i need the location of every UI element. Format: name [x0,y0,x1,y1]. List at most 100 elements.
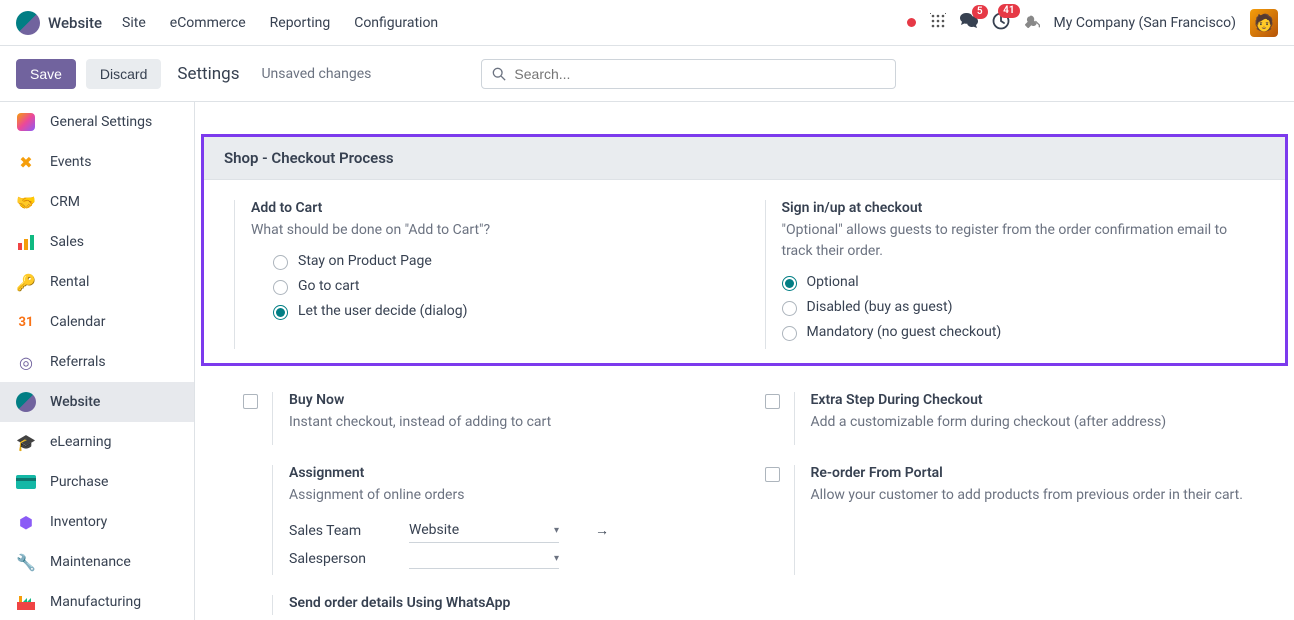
sidebar-item-inventory[interactable]: ⬢Inventory [0,502,194,542]
setting-desc: What should be done on "Add to Cart"? [251,220,725,241]
activities-badge: 41 [998,4,1019,18]
checkbox-extra-step[interactable] [765,394,780,409]
radio-let-user-decide[interactable]: Let the user decide (dialog) [273,303,725,320]
setting-desc: Assignment of online orders [289,485,725,506]
activities-icon[interactable]: 41 [992,12,1010,34]
setting-assignment: Assignment Assignment of online orders S… [243,465,725,575]
purchase-icon [16,472,36,492]
nav-link-configuration[interactable]: Configuration [354,15,438,31]
brand-logo-icon [16,11,40,35]
radio-go-to-cart[interactable]: Go to cart [273,278,725,295]
search-input[interactable] [514,66,885,82]
setting-signin-checkout: Sign in/up at checkout "Optional" allows… [765,200,1256,349]
caret-down-icon: ▾ [554,525,559,536]
search-box[interactable] [481,59,896,89]
sidebar-item-elearning[interactable]: 🎓 eLearning [0,422,194,462]
radio-mandatory[interactable]: Mandatory (no guest checkout) [782,324,1256,341]
radio-icon [782,326,797,341]
sidebar-item-referrals[interactable]: ◎Referrals [0,342,194,382]
sidebar-item-calendar[interactable]: 31 Calendar [0,302,194,342]
elearning-icon: 🎓 [16,432,36,452]
company-selector[interactable]: My Company (San Francisco) [1054,15,1236,31]
inventory-icon: ⬢ [16,512,36,532]
control-panel: Save Discard Settings Unsaved changes [0,46,1294,102]
sales-team-label: Sales Team [289,523,379,539]
discard-button[interactable]: Discard [86,59,161,89]
sidebar-item-crm[interactable]: 🤝CRM [0,182,194,222]
setting-title: Sign in/up at checkout [782,200,1256,216]
checkbox-buy-now[interactable] [243,394,258,409]
sidebar-item-events[interactable]: ✖ Events [0,142,194,182]
main-content: Shop - Checkout Process Add to Cart What… [195,102,1294,620]
rental-icon: 🔑 [16,272,36,292]
sidebar-item-label: eLearning [50,434,111,450]
setting-reorder: Re-order From Portal Allow your customer… [765,465,1247,575]
sidebar-item-label: General Settings [50,114,152,130]
app-switcher[interactable]: Website [16,11,102,35]
calendar-icon: 31 [16,312,36,332]
radio-icon [273,255,288,270]
save-button[interactable]: Save [16,59,76,89]
sidebar-item-rental[interactable]: 🔑Rental [0,262,194,302]
external-link-icon[interactable]: → [595,522,609,539]
dialpad-icon[interactable] [930,13,946,33]
manufacturing-icon [16,592,36,612]
setting-add-to-cart: Add to Cart What should be done on "Add … [234,200,725,349]
setting-extra-step: Extra Step During Checkout Add a customi… [765,392,1247,445]
systray: 5 41 My Company (San Francisco) 🧑 [907,9,1278,37]
radio-icon [273,280,288,295]
setting-buy-now: Buy Now Instant checkout, instead of add… [243,392,725,445]
user-avatar[interactable]: 🧑 [1250,9,1278,37]
setting-whatsapp: Send order details Using WhatsApp [243,595,725,615]
section-header: Shop - Checkout Process [204,137,1285,180]
nav-link-site[interactable]: Site [122,15,146,31]
brand-text: Website [48,14,102,32]
setting-desc: Instant checkout, instead of adding to c… [289,412,725,433]
setting-title: Assignment [289,465,725,481]
radio-optional[interactable]: Optional [782,274,1256,291]
sidebar-item-maintenance[interactable]: 🔧 Maintenance [0,542,194,582]
record-indicator-icon[interactable] [907,18,916,27]
sidebar-item-label: Website [50,394,100,410]
referrals-icon: ◎ [16,352,36,372]
nav-link-reporting[interactable]: Reporting [270,15,331,31]
sidebar-item-label: Manufacturing [50,594,141,610]
settings-sidebar: General Settings✖Events🤝CRMSales🔑Rental3… [0,102,195,620]
maintenance-icon: 🔧 [16,552,36,572]
nav-links: Site eCommerce Reporting Configuration [122,15,438,31]
sales-team-select[interactable]: Website▾ [409,518,559,543]
sidebar-item-purchase[interactable]: Purchase [0,462,194,502]
radio-icon [273,305,288,320]
website-icon [16,392,36,412]
sidebar-item-label: Events [50,154,91,170]
setting-title: Add to Cart [251,200,725,216]
unsaved-indicator: Unsaved changes [261,66,371,82]
setting-desc: "Optional" allows guests to register fro… [782,220,1256,262]
tools-icon[interactable] [1024,13,1040,33]
radio-icon [782,276,797,291]
sidebar-item-label: Calendar [50,314,106,330]
sidebar-item-website[interactable]: Website [0,382,194,422]
sidebar-item-manufacturing[interactable]: Manufacturing [0,582,194,620]
sidebar-item-general-settings[interactable]: General Settings [0,102,194,142]
caret-down-icon: ▾ [554,553,559,564]
radio-disabled[interactable]: Disabled (buy as guest) [782,299,1256,316]
radio-stay-on-page[interactable]: Stay on Product Page [273,253,725,270]
sidebar-item-label: Purchase [50,474,108,490]
messages-badge: 5 [972,5,988,19]
sidebar-item-label: Maintenance [50,554,131,570]
setting-desc: Add a customizable form during checkout … [811,412,1247,433]
salesperson-select[interactable]: ▾ [409,549,559,569]
search-icon [492,67,506,81]
events-icon: ✖ [16,152,36,172]
sidebar-item-label: Sales [50,234,84,250]
setting-title: Extra Step During Checkout [811,392,1247,408]
setting-title: Re-order From Portal [811,465,1247,481]
checkbox-reorder[interactable] [765,467,780,482]
general-settings-icon [16,112,36,132]
salesperson-label: Salesperson [289,551,379,567]
radio-icon [782,301,797,316]
messages-icon[interactable]: 5 [960,13,978,33]
sidebar-item-sales[interactable]: Sales [0,222,194,262]
nav-link-ecommerce[interactable]: eCommerce [170,15,246,31]
